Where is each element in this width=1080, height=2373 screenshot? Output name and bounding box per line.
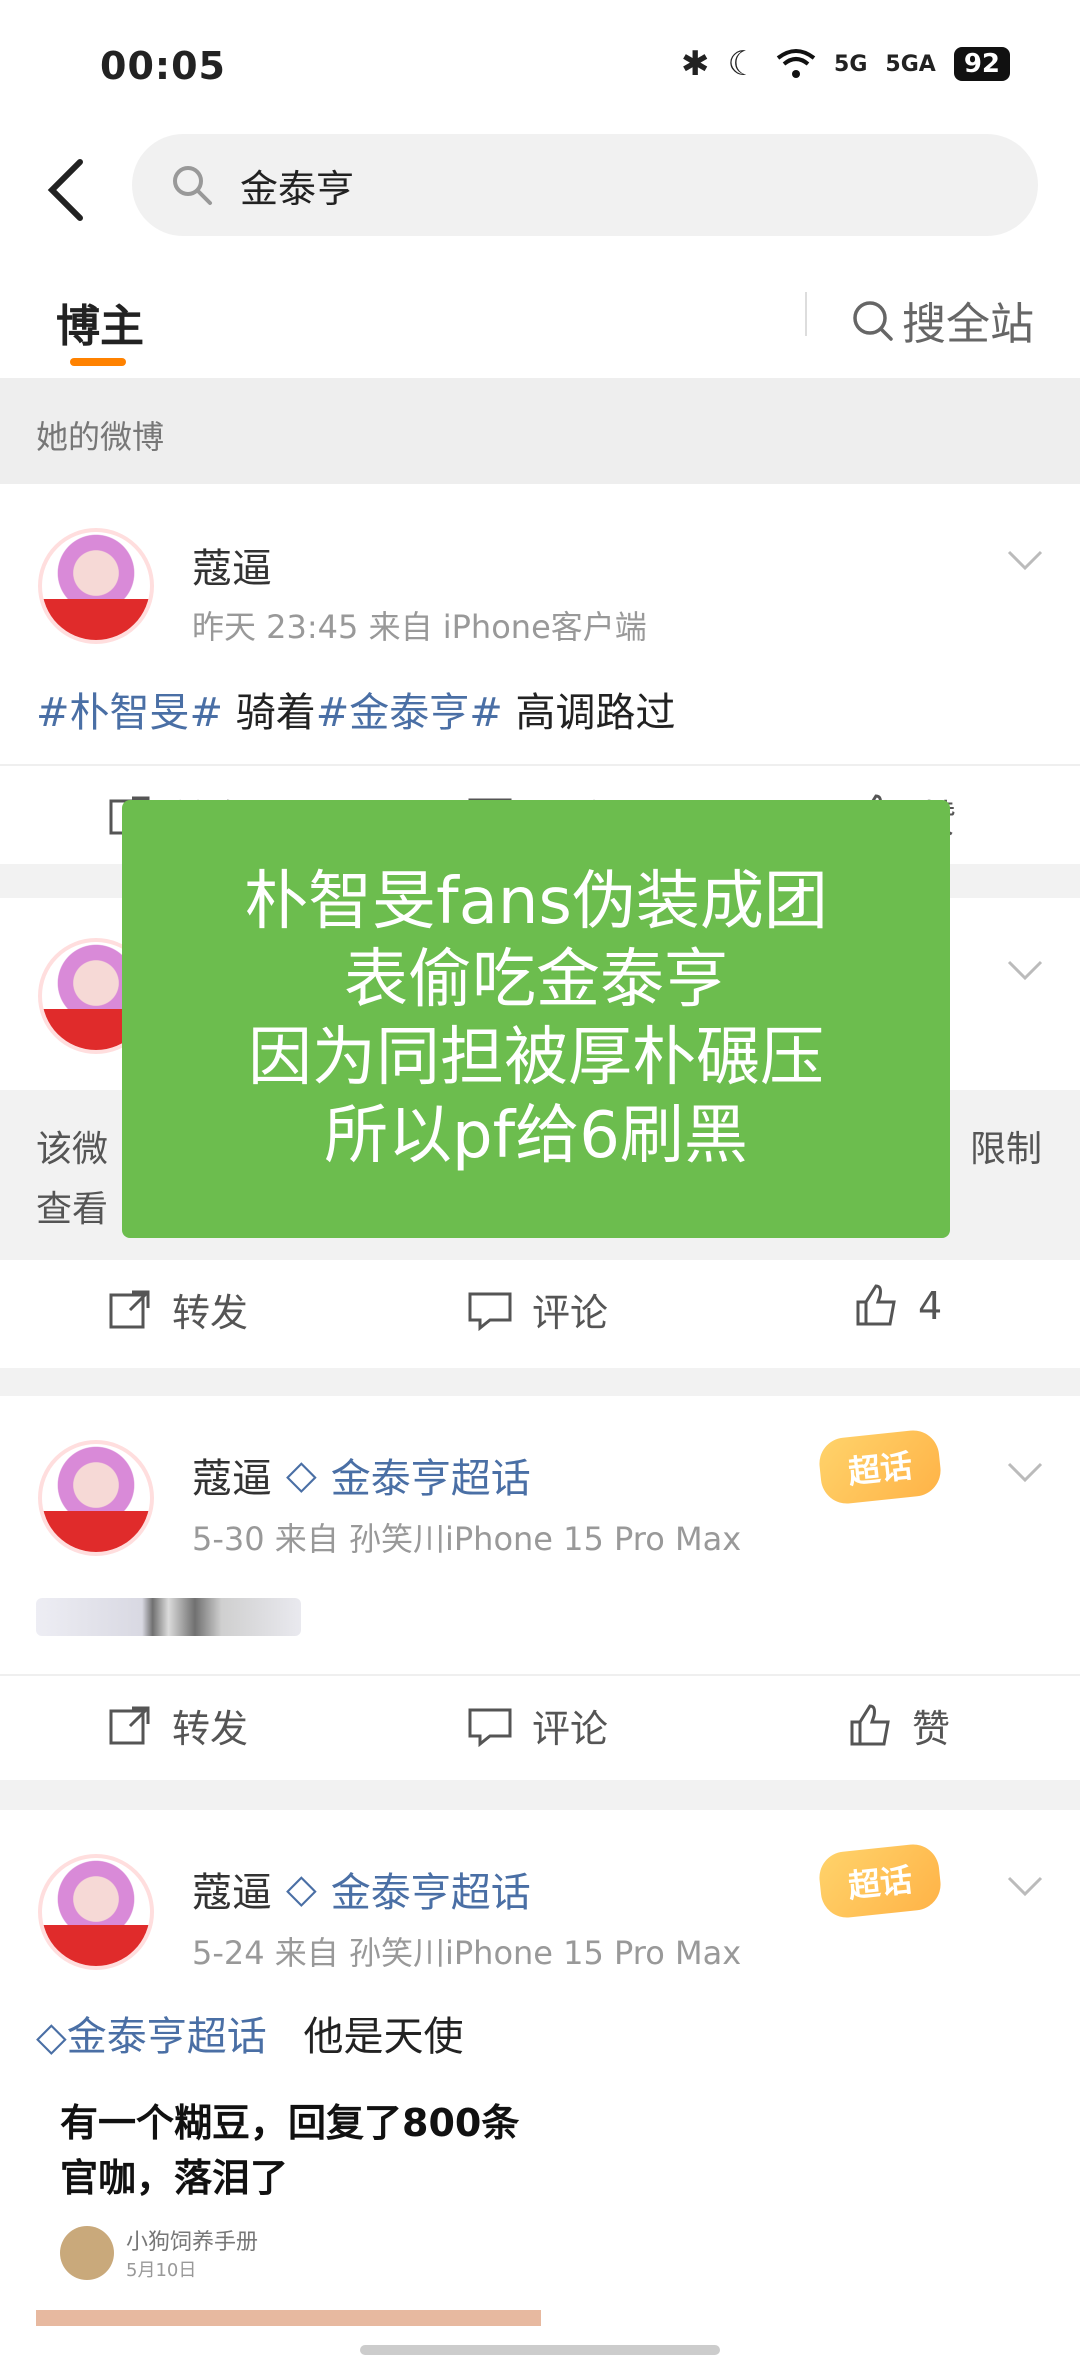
- comment-button[interactable]: 评论: [466, 1282, 608, 1337]
- username[interactable]: 蔻逼: [192, 1860, 272, 1918]
- post-card-4[interactable]: 蔻逼 ◇ 金泰亨超话 5-24 来自 孙笑川iPhone 15 Pro Max …: [0, 1810, 1080, 2373]
- search-icon: [173, 166, 212, 205]
- avatar[interactable]: [38, 1854, 154, 1970]
- super-topic-badge: 超话: [816, 1427, 944, 1507]
- embed-author: 小狗饲养手册 5月10日: [60, 2224, 258, 2282]
- thumbs-up-icon: [856, 1284, 896, 1326]
- repost-button[interactable]: 转发: [106, 1282, 248, 1337]
- post-meta: 5-24 来自 孙笑川iPhone 15 Pro Max: [192, 1934, 742, 1972]
- diamond-icon: ◇: [36, 2014, 67, 2060]
- search-header: [0, 130, 1080, 250]
- chevron-down-icon[interactable]: [1005, 540, 1045, 580]
- status-icons: ✱ ☾ 5G 5GA 92: [681, 44, 1010, 84]
- post-actions: 转发 评论 4: [0, 1260, 1080, 1360]
- like-button[interactable]: 赞: [846, 1698, 950, 1753]
- back-icon[interactable]: [38, 150, 98, 230]
- post-actions: 转发 评论 赞: [0, 1674, 1080, 1776]
- super-topic-link[interactable]: 金泰亨超话: [331, 1446, 531, 1504]
- username-row: 蔻逼 ◇ 金泰亨超话: [192, 1860, 531, 1918]
- hashtag[interactable]: #朴智旻#: [36, 690, 223, 736]
- tab-blogger[interactable]: 博主: [56, 290, 144, 354]
- wifi-icon: [776, 49, 816, 78]
- username-row: 蔻逼 ◇ 金泰亨超话: [192, 1446, 531, 1504]
- super-topic-tag[interactable]: 金泰亨超话: [67, 2014, 267, 2060]
- search-all-label: 搜全站: [902, 299, 1034, 350]
- tab-underline: [70, 358, 126, 366]
- home-indicator[interactable]: [360, 2345, 720, 2355]
- signal-5g: 5G: [834, 51, 868, 77]
- tab-divider: [805, 292, 807, 336]
- hashtag[interactable]: #金泰亨#: [316, 690, 503, 736]
- signal-5ga: 5GA: [885, 51, 936, 77]
- status-bar: 00:05 ✱ ☾ 5G 5GA 92: [0, 0, 1080, 130]
- thumbs-up-icon: [850, 1703, 890, 1745]
- comment-button[interactable]: 评论: [466, 1698, 608, 1753]
- comment-icon: [468, 1708, 512, 1747]
- chevron-down-icon[interactable]: [1005, 1866, 1045, 1906]
- search-all-button[interactable]: 搜全站: [850, 288, 1034, 352]
- embed-avatar: [60, 2226, 114, 2280]
- post-text: ◇金泰亨超话 他是天使: [36, 2014, 464, 2060]
- text-overlay: 朴智旻fans伪装成团 表偷吃金泰亨 因为同担被厚朴碾压 所以pf给6刷黑: [122, 800, 950, 1238]
- comment-icon: [468, 1292, 512, 1331]
- bluetooth-icon: ✱: [681, 44, 710, 84]
- search-box[interactable]: [132, 134, 1038, 236]
- battery-icon: 92: [953, 47, 1010, 81]
- status-time: 00:05: [100, 44, 226, 88]
- moon-icon: ☾: [727, 44, 759, 84]
- username[interactable]: 蔻逼: [192, 1446, 272, 1504]
- post-text: #朴智旻# 骑着#金泰亨# 高调路过: [36, 690, 676, 736]
- post-card-3[interactable]: 蔻逼 ◇ 金泰亨超话 5-30 来自 孙笑川iPhone 15 Pro Max …: [0, 1396, 1080, 1780]
- embed-title[interactable]: 有一个糊豆，回复了800条官咖，落泪了: [60, 2096, 540, 2206]
- search-all-icon: [853, 301, 893, 341]
- section-header: 她的微博: [0, 378, 1080, 484]
- avatar[interactable]: [38, 1440, 154, 1556]
- super-topic-link[interactable]: 金泰亨超话: [331, 1860, 531, 1918]
- repost-icon: [109, 1706, 150, 1744]
- search-input[interactable]: [238, 162, 942, 208]
- repost-button[interactable]: 转发: [106, 1698, 248, 1753]
- diamond-icon: ◇: [286, 1452, 317, 1498]
- chevron-down-icon[interactable]: [1005, 950, 1045, 990]
- post-meta: 5-30 来自 孙笑川iPhone 15 Pro Max: [192, 1520, 742, 1558]
- tab-bar: 博主 搜全站: [0, 250, 1080, 378]
- super-topic-badge: 超话: [816, 1841, 944, 1921]
- repost-icon: [109, 1290, 150, 1328]
- diamond-icon: ◇: [286, 1866, 317, 1912]
- blurred-text: [36, 1598, 301, 1636]
- chevron-down-icon[interactable]: [1005, 1452, 1045, 1492]
- avatar[interactable]: [38, 528, 154, 644]
- embed-image[interactable]: [36, 2310, 541, 2326]
- section-title: 她的微博: [36, 418, 165, 456]
- username[interactable]: 蔻逼: [192, 536, 272, 594]
- post-meta: 昨天 23:45 来自 iPhone客户端: [192, 608, 647, 646]
- like-button[interactable]: 4: [852, 1282, 942, 1330]
